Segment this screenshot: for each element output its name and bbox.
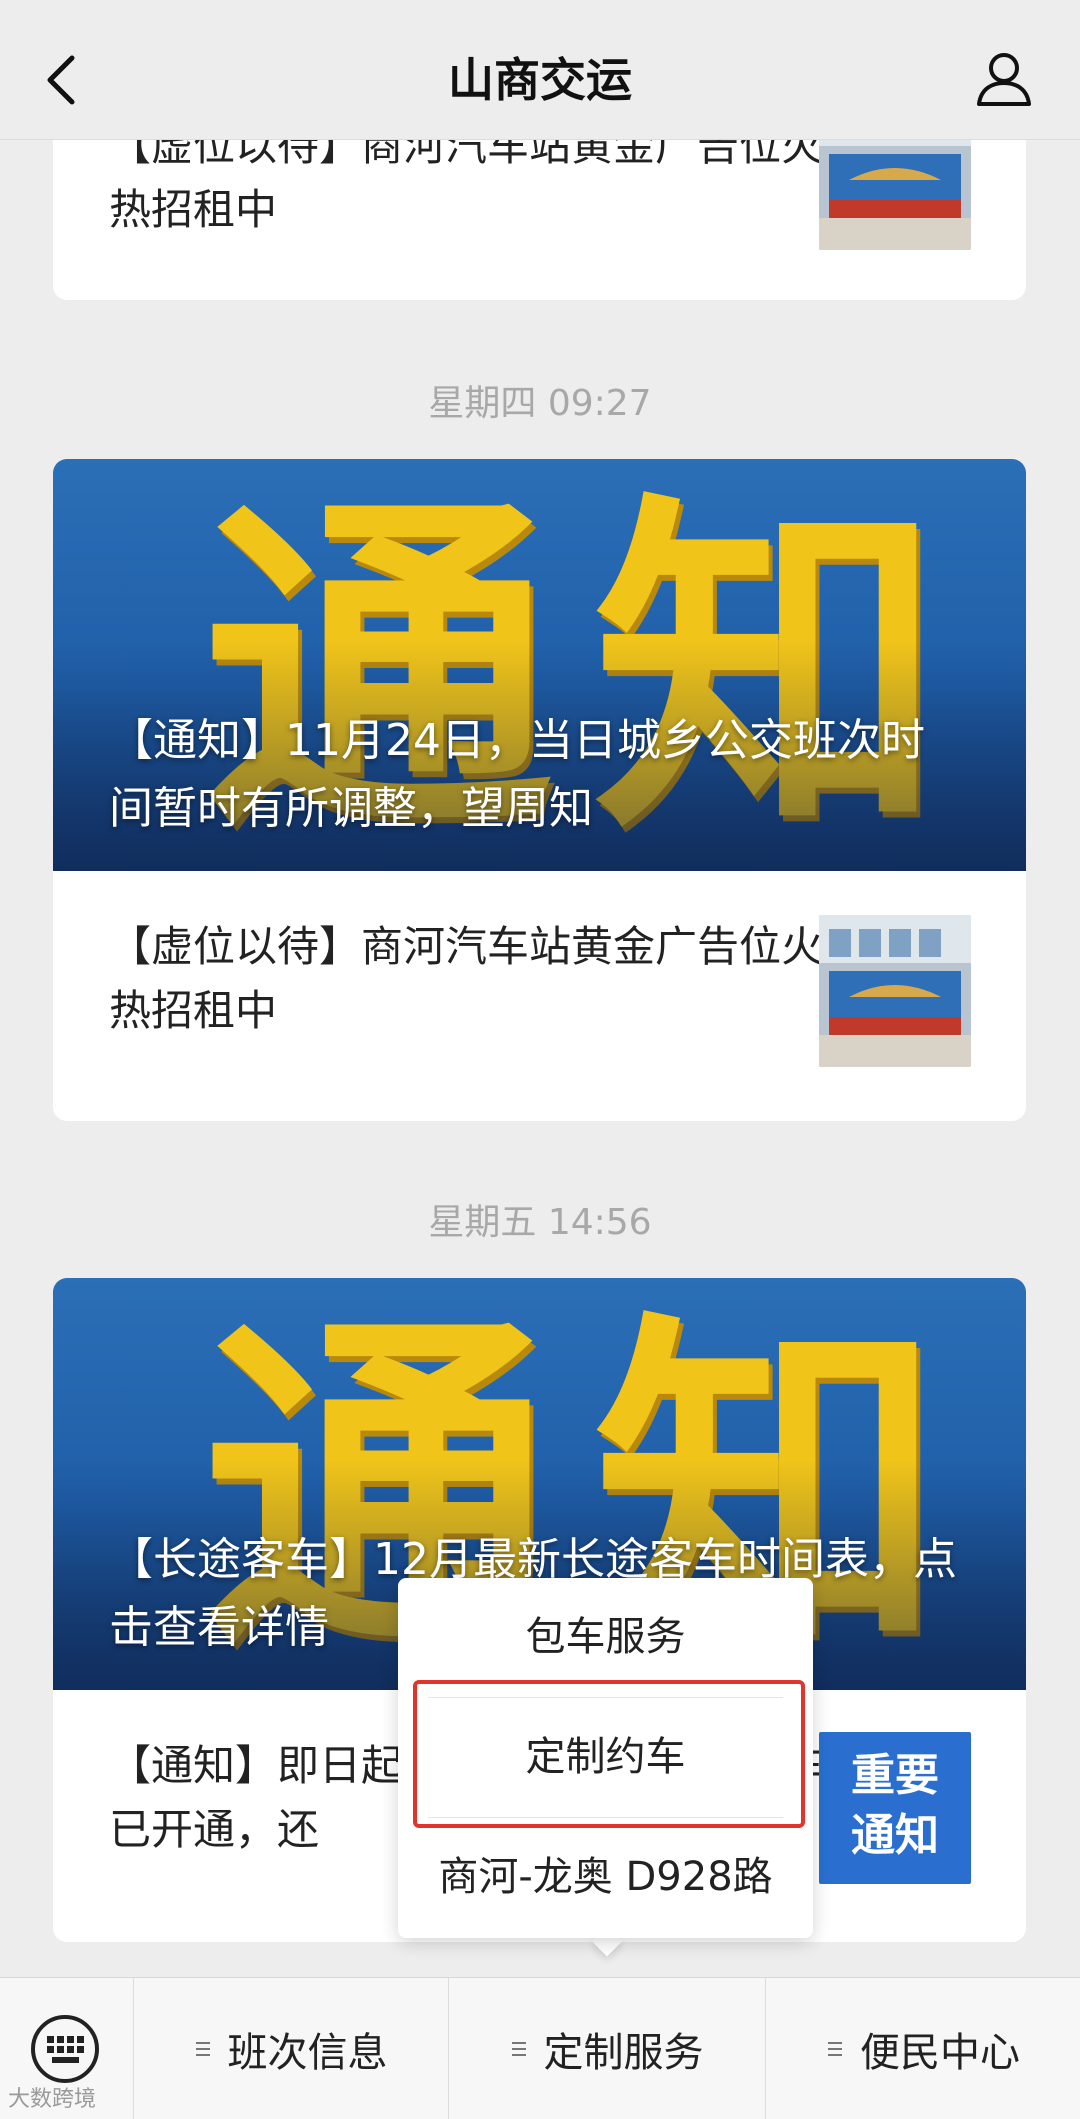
top-nav-bar: 山商交运 <box>0 0 1080 140</box>
profile-icon[interactable] <box>973 48 1035 110</box>
submenu-item-route-d928[interactable]: 商河-龙奥 D928路 <box>398 1818 813 1936</box>
submenu-item-charter[interactable]: 包车服务 <box>398 1578 813 1696</box>
bus-station-thumbnail <box>819 915 971 1067</box>
important-notice-thumbnail: 重要 通知 <box>819 1732 971 1884</box>
keyboard-icon[interactable] <box>30 2014 100 2084</box>
menu-label: 定制服务 <box>543 2030 704 2076</box>
notice-banner[interactable]: 通知 【通知】11月24日，当日城乡公交班次时间暂时有所调整，望周知 <box>53 459 1026 871</box>
menu-custom-service[interactable]: 定制服务 <box>449 1978 764 2119</box>
banner-caption: 【通知】11月24日，当日城乡公交班次时间暂时有所调整，望周知 <box>109 715 925 834</box>
menu-lines-icon <box>195 2042 210 2056</box>
menu-label: 班次信息 <box>227 2030 388 2076</box>
menu-convenience-center[interactable]: 便民中心 <box>766 1978 1080 2119</box>
bottom-menu-bar: 班次信息 定制服务 便民中心 <box>0 1977 1080 2119</box>
article-item[interactable]: 【虚位以待】商河汽车站黄金广告位火热招租中 <box>53 871 1026 1121</box>
watermark: 大数跨境 <box>8 2087 97 2112</box>
menu-lines-icon <box>828 2042 842 2056</box>
menu-schedule-info[interactable]: 班次信息 <box>134 1978 447 2119</box>
article-card[interactable]: 通知 【通知】11月24日，当日城乡公交班次时间暂时有所调整，望周知 【虚位以待… <box>53 459 1026 1121</box>
article-title: 【虚位以待】商河汽车站黄金广告位火热招租中 <box>109 922 824 1035</box>
menu-lines-icon <box>511 2042 526 2056</box>
highlight-annotation-box <box>413 1680 805 1828</box>
message-timestamp: 星期四 09:27 <box>428 383 652 424</box>
menu-label: 便民中心 <box>860 2030 1020 2076</box>
page-title: 山商交运 <box>448 53 632 107</box>
message-timestamp: 星期五 14:56 <box>428 1202 652 1243</box>
thumb-text: 通知 <box>851 1810 939 1861</box>
thumb-text: 重要 <box>851 1750 939 1801</box>
